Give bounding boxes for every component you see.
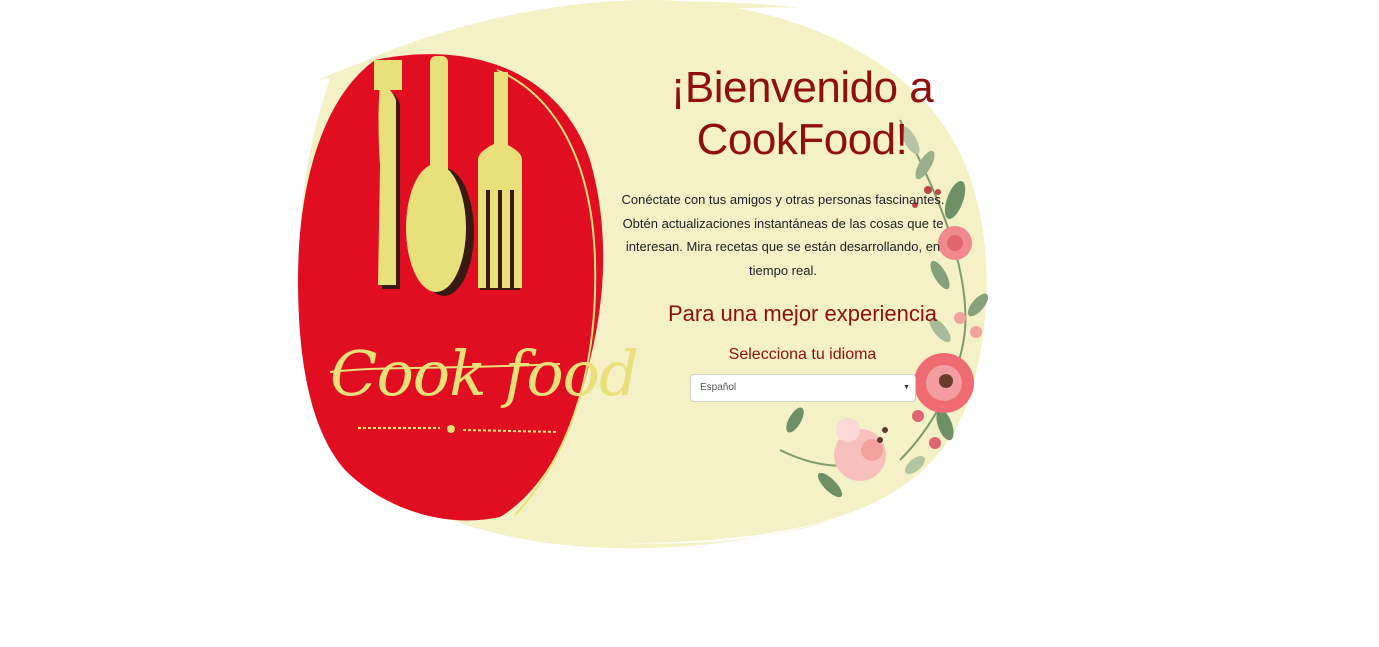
experience-heading: Para una mejor experiencia	[667, 301, 938, 326]
language-label: Selecciona tu idioma	[728, 346, 877, 363]
welcome-description: Conéctate con tus amigos y otras persona…	[621, 192, 945, 278]
welcome-title: ¡Bienvenido a CookFood!	[652, 62, 952, 166]
welcome-title-line2: CookFood!	[696, 115, 908, 164]
chevron-down-icon: ▼	[903, 384, 910, 391]
welcome-title-line1: ¡Bienvenido a	[670, 63, 934, 112]
language-select-value: Español	[700, 382, 737, 393]
language-select[interactable]: Español ▼	[690, 374, 916, 402]
logo-wordmark: Cook food	[330, 337, 638, 410]
landing-page: Cook food ¡Bienvenido a CookFood! Conéct…	[0, 0, 1379, 647]
